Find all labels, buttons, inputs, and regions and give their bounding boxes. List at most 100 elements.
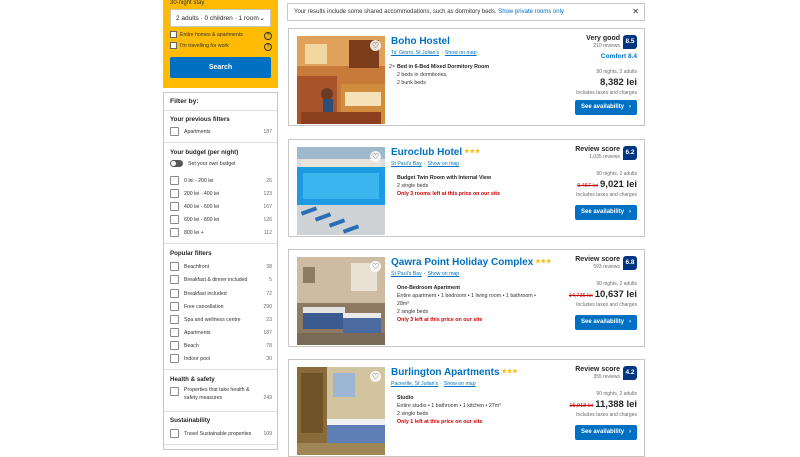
filter-option[interactable]: Spa and wellness centre 23 bbox=[170, 314, 272, 326]
filter-option[interactable]: 400 lei - 600 lei 167 bbox=[170, 201, 272, 213]
star-rating: ★★★ bbox=[501, 369, 518, 375]
filter-option[interactable]: Travel Sustainable properties 109 bbox=[170, 428, 272, 440]
checkbox-icon bbox=[170, 289, 179, 299]
heart-icon[interactable]: ♡ bbox=[370, 371, 381, 382]
toggle-icon[interactable] bbox=[170, 160, 183, 168]
property-photo[interactable]: ♡ bbox=[297, 147, 385, 235]
search-button[interactable]: Search bbox=[170, 57, 271, 78]
checkbox-icon bbox=[170, 275, 179, 285]
filter-option[interactable]: Breakfast included 72 bbox=[170, 288, 272, 300]
property-card: ♡ Euroclub Hotel ★★★ St Paul's Bay · Show o… bbox=[288, 139, 645, 237]
filter-option[interactable]: Breakfast & dinner included 5 bbox=[170, 274, 272, 286]
divider bbox=[164, 142, 277, 143]
filter-option[interactable]: 600 lei - 800 lei 126 bbox=[170, 214, 272, 226]
price: 9,457 lei 9,021 lei bbox=[577, 179, 637, 190]
stay-summary: 90 nights, 2 adults bbox=[596, 69, 637, 75]
guests-select[interactable]: 2 adults · 0 children · 1 room ⌄ bbox=[170, 9, 271, 27]
room-title: Budget Twin Room with Internal View bbox=[397, 175, 491, 181]
property-photo[interactable]: ♡ bbox=[297, 257, 385, 345]
taxes-note: Includes taxes and charges bbox=[576, 302, 637, 308]
filter-option[interactable]: Beachfront 38 bbox=[170, 261, 272, 273]
previous-filters-title: Your previous filters bbox=[170, 116, 230, 123]
entire-homes-checkbox[interactable]: Entire homes & apartments ? bbox=[170, 31, 272, 40]
filter-option[interactable]: Apartments 187 bbox=[170, 126, 272, 138]
budget-toggle[interactable]: Set your own budget bbox=[170, 158, 272, 170]
score-label: Review score bbox=[575, 146, 620, 153]
property-location: St Paul's Bay · Show on map bbox=[391, 271, 460, 277]
heart-icon[interactable]: ♡ bbox=[370, 40, 381, 51]
checkbox-icon bbox=[170, 354, 179, 364]
filter-option[interactable]: 800 lei +112 bbox=[170, 227, 272, 239]
show-on-map-link[interactable]: Show on map bbox=[427, 271, 459, 277]
see-availability-button[interactable]: See availability › bbox=[575, 315, 637, 330]
review-count: 210 reviews bbox=[593, 43, 620, 49]
review-score-badge[interactable]: 4.2 bbox=[623, 366, 637, 380]
filter-option[interactable]: 200 lei - 400 lei 123 bbox=[170, 188, 272, 200]
property-card: ♡ Burlington Apartments ★★★ Paceville, St… bbox=[288, 359, 645, 457]
health-safety-title: Health & safety bbox=[170, 376, 215, 383]
heart-icon[interactable]: ♡ bbox=[370, 261, 381, 272]
area-link[interactable]: St Paul's Bay bbox=[391, 271, 422, 277]
filter-option[interactable]: Properties that take health & safety mea… bbox=[170, 386, 272, 406]
filter-heading: Filter by: bbox=[170, 98, 199, 105]
property-location: Ta' Giorni, St Julian's · Show on map bbox=[391, 50, 477, 56]
see-availability-button[interactable]: See availability › bbox=[575, 100, 637, 115]
checkbox-icon bbox=[170, 189, 179, 199]
checkbox-icon bbox=[170, 302, 179, 312]
filter-option[interactable]: Free cancellation 290 bbox=[170, 301, 272, 313]
review-score-badge[interactable]: 6.2 bbox=[623, 146, 637, 160]
review-count: 593 reviews bbox=[593, 264, 620, 270]
availability-alert: Only 3 left at this price on our site bbox=[397, 317, 483, 323]
see-availability-button[interactable]: See availability › bbox=[575, 425, 637, 440]
review-score-badge[interactable]: 8.5 bbox=[623, 35, 637, 49]
availability-alert: Only 3 rooms left at this price on our s… bbox=[397, 191, 501, 197]
popular-filters-title: Popular filters bbox=[170, 250, 212, 257]
show-private-rooms-link[interactable]: Show private rooms only bbox=[498, 9, 564, 15]
star-rating: ★★★ bbox=[535, 259, 552, 265]
taxes-note: Includes taxes and charges bbox=[576, 90, 637, 96]
checkbox-icon bbox=[170, 328, 179, 338]
checkbox-icon bbox=[170, 127, 179, 137]
show-on-map-link[interactable]: Show on map bbox=[427, 161, 459, 167]
heart-icon[interactable]: ♡ bbox=[370, 151, 381, 162]
checkbox-icon bbox=[170, 429, 179, 439]
property-photo[interactable]: ♡ bbox=[297, 367, 385, 455]
travelling-for-work-checkbox[interactable]: I'm travelling for work ? bbox=[170, 42, 272, 51]
show-on-map-link[interactable]: Show on map bbox=[444, 381, 476, 387]
see-availability-button[interactable]: See availability › bbox=[575, 205, 637, 220]
filter-option[interactable]: Beach 78 bbox=[170, 340, 272, 352]
chevron-right-icon: › bbox=[629, 429, 631, 435]
room-title: One-Bedroom Apartment bbox=[397, 285, 461, 291]
area-link[interactable]: St Paul's Bay bbox=[391, 161, 422, 167]
room-info: Budget Twin Room with Internal View 2 si… bbox=[397, 175, 501, 197]
divider bbox=[164, 110, 277, 111]
divider bbox=[164, 411, 277, 412]
sustainability-title: Sustainability bbox=[170, 417, 211, 424]
divider bbox=[164, 243, 277, 244]
property-name[interactable]: Euroclub Hotel ★★★ bbox=[391, 147, 480, 158]
property-name[interactable]: Qawra Point Holiday Complex ★★★ bbox=[391, 257, 551, 268]
checkbox-icon bbox=[170, 202, 179, 212]
property-name[interactable]: Burlington Apartments ★★★ bbox=[391, 367, 518, 378]
price: 15,918 lei 11,388 lei bbox=[569, 399, 637, 410]
checkbox-icon bbox=[170, 215, 179, 225]
area-link[interactable]: Paceville, St Julian's bbox=[391, 381, 438, 387]
divider bbox=[164, 369, 277, 370]
property-card: ♡ Boho Hostel Ta' Giorni, St Julian's · Sh… bbox=[288, 28, 645, 126]
review-count: 355 reviews bbox=[593, 374, 620, 380]
area-link[interactable]: Ta' Giorni, St Julian's bbox=[391, 50, 439, 56]
room-multiplier: 2× bbox=[389, 64, 396, 70]
filter-option[interactable]: Indoor pool 30 bbox=[170, 353, 272, 365]
help-icon[interactable]: ? bbox=[264, 43, 272, 51]
room-info: 2× Bed in 6-Bed Mixed Dormitory Room 2 b… bbox=[389, 64, 490, 86]
property-name[interactable]: Boho Hostel bbox=[391, 36, 452, 47]
filter-option[interactable]: Apartments 187 bbox=[170, 327, 272, 339]
property-photo[interactable]: ♡ bbox=[297, 36, 385, 124]
guests-value: 2 adults · 0 children · 1 room bbox=[176, 15, 259, 22]
review-score-badge[interactable]: 6.8 bbox=[623, 256, 637, 270]
help-icon[interactable]: ? bbox=[264, 32, 272, 40]
close-icon[interactable]: ✕ bbox=[632, 4, 639, 20]
stay-length-label: 30-night stay bbox=[170, 0, 205, 6]
show-on-map-link[interactable]: Show on map bbox=[445, 50, 477, 56]
filter-option[interactable]: 0 lei - 200 lei 26 bbox=[170, 175, 272, 187]
